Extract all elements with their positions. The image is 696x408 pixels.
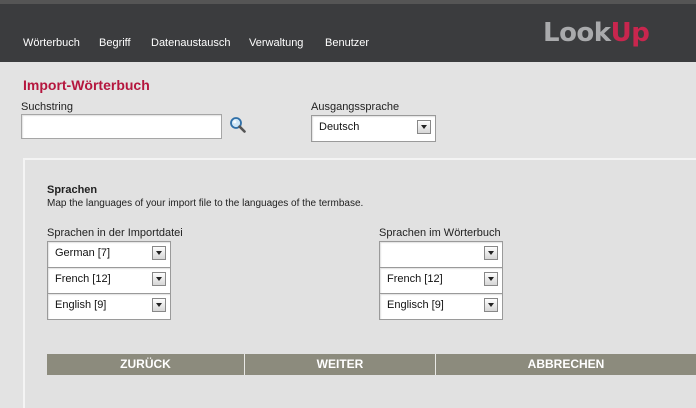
dictionary-language-value-2: French [12] (387, 273, 443, 285)
lookup-logo: LookUp (543, 18, 650, 48)
import-languages-label: Sprachen in der Importdatei (47, 227, 183, 239)
import-language-value-2: French [12] (55, 273, 111, 285)
nav-item-woerterbuch[interactable]: Wörterbuch (23, 37, 80, 49)
import-language-select-3[interactable]: English [9] (47, 293, 171, 320)
page-title: Import-Wörterbuch (23, 77, 150, 93)
import-language-select-1[interactable]: German [7] (47, 241, 171, 268)
languages-heading: Sprachen (47, 184, 98, 196)
chevron-down-icon[interactable] (152, 272, 166, 286)
import-language-select-2[interactable]: French [12] (47, 267, 171, 294)
nav-item-begriff[interactable]: Begriff (99, 37, 131, 49)
chevron-down-icon[interactable] (417, 120, 431, 134)
search-label: Suchstring (21, 101, 73, 113)
source-language-label: Ausgangssprache (311, 101, 400, 113)
search-icon[interactable] (229, 116, 247, 134)
wizard-button-bar: ZURÜCK WEITER ABBRECHEN (47, 354, 696, 375)
chevron-down-icon[interactable] (484, 272, 498, 286)
import-language-value-3: English [9] (55, 299, 107, 311)
chevron-down-icon[interactable] (152, 246, 166, 260)
chevron-down-icon[interactable] (484, 246, 498, 260)
source-language-value: Deutsch (319, 121, 360, 133)
dictionary-language-select-2[interactable]: French [12] (379, 267, 503, 294)
dictionary-language-value-3: Englisch [9] (387, 299, 444, 311)
import-language-value-1: German [7] (55, 247, 111, 259)
nav-item-verwaltung[interactable]: Verwaltung (249, 37, 303, 49)
chevron-down-icon[interactable] (484, 298, 498, 312)
nav-item-benutzer[interactable]: Benutzer (325, 37, 369, 49)
source-language-select[interactable]: Deutsch (311, 115, 436, 142)
nav-item-datenaustausch[interactable]: Datenaustausch (151, 37, 231, 49)
next-button[interactable]: WEITER (245, 354, 435, 375)
dictionary-languages-label: Sprachen im Wörterbuch (379, 227, 501, 239)
dictionary-language-select-3[interactable]: Englisch [9] (379, 293, 503, 320)
chevron-down-icon[interactable] (152, 298, 166, 312)
search-input[interactable] (21, 114, 222, 139)
top-strip (0, 0, 696, 4)
dictionary-language-select-1[interactable] (379, 241, 503, 268)
languages-description: Map the languages of your import file to… (47, 198, 364, 209)
back-button[interactable]: ZURÜCK (47, 354, 244, 375)
cancel-button[interactable]: ABBRECHEN (436, 354, 696, 375)
